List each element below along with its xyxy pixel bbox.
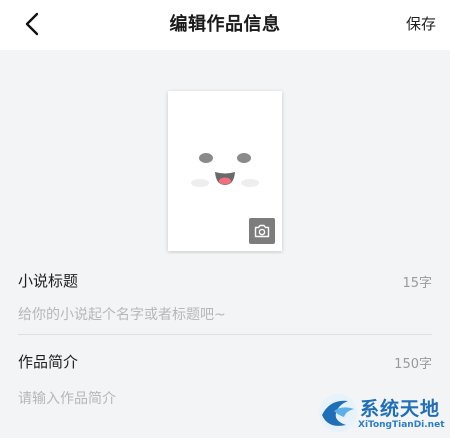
xitong-logo-icon [319,394,357,432]
watermark-title: 系统天地 [360,398,441,420]
novel-title-char-limit: 15字 [402,276,432,291]
novel-title-input[interactable] [18,305,418,325]
novel-title-label: 小说标题 [18,272,79,290]
page-title: 编辑作品信息 [169,14,281,35]
save-button[interactable]: 保存 [406,13,436,34]
divider [18,334,432,335]
camera-icon [254,224,270,238]
watermark-logo: 系统天地 XiTongTianDi.net [316,390,445,436]
intro-label: 作品简介 [18,353,79,371]
cover-image[interactable] [168,91,282,251]
edit-work-info-screen: 编辑作品信息 保存 小说标题 15字 作品简介 150字 [0,0,450,438]
change-cover-button[interactable] [249,218,275,244]
watermark-url: XiTongTianDi.net [358,420,445,430]
intro-char-limit: 150字 [394,357,432,372]
top-bar: 编辑作品信息 保存 [0,0,450,50]
